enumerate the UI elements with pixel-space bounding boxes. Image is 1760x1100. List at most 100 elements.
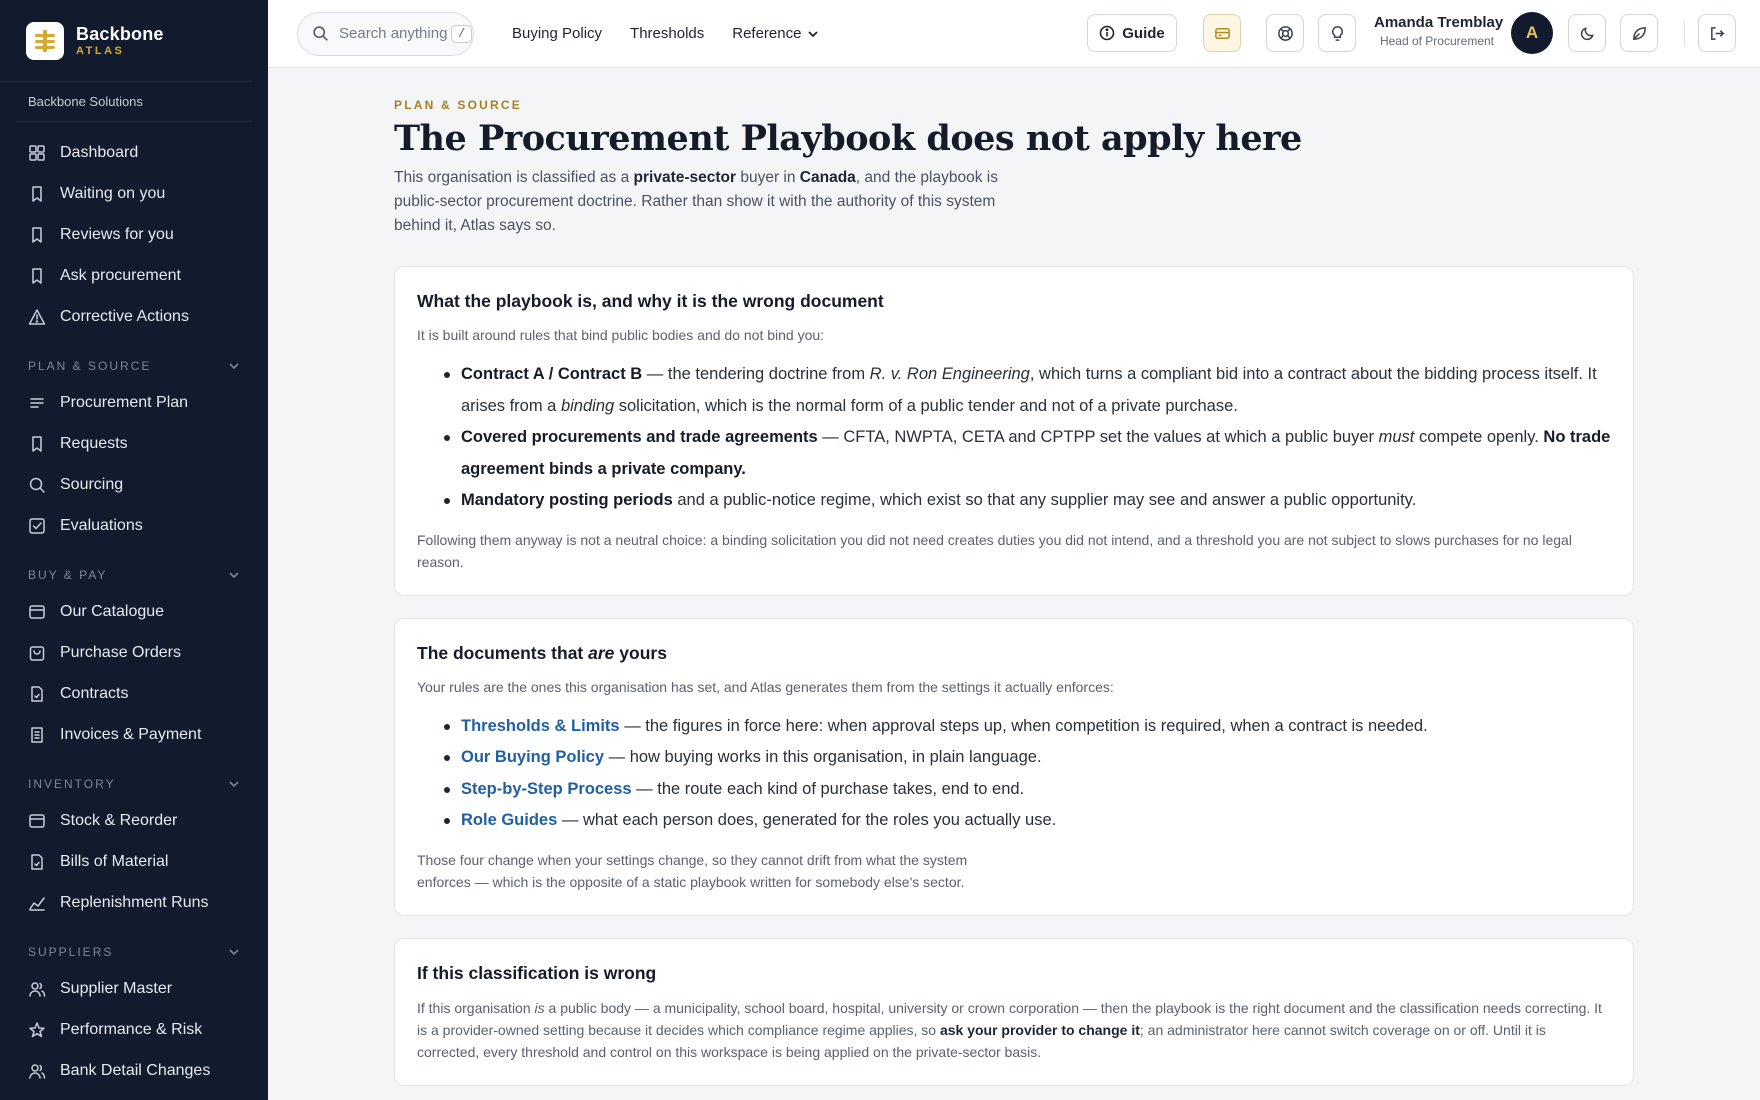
user-name: Amanda Tremblay	[1374, 14, 1504, 31]
sidebar-item-our-catalogue[interactable]: Our Catalogue	[0, 592, 268, 632]
sidebar-item-replenishment-runs[interactable]: Replenishment Runs	[0, 883, 268, 923]
nav-thresholds[interactable]: Thresholds	[630, 25, 704, 42]
sidebar-section-title: BUY & PAY	[28, 568, 108, 582]
sidebar-item-invoices-and-payment[interactable]: Invoices & Payment	[0, 715, 268, 755]
grid-icon	[29, 145, 45, 161]
documents-list: Thresholds & Limits — the figures in for…	[444, 711, 1611, 837]
lifebuoy-icon	[1277, 25, 1293, 41]
list-item: Mandatory posting periods and a public-n…	[444, 485, 1611, 517]
sidebar-item-label: Evaluations	[60, 517, 143, 534]
theme-toggle-button[interactable]	[1568, 14, 1606, 52]
sidebar-item-bank-detail-changes[interactable]: Bank Detail Changes	[0, 1051, 268, 1091]
search-icon	[313, 26, 328, 41]
search-box[interactable]: /	[297, 11, 474, 56]
sidebar-section-inventory[interactable]: INVENTORY	[0, 756, 268, 800]
backbone-logo-icon	[26, 21, 64, 60]
sidebar-item-label: Reviews for you	[60, 226, 174, 243]
thresholds-limits-link[interactable]: Thresholds & Limits	[461, 717, 620, 735]
playbook-rules-list: Contract A / Contract B — the tendering …	[444, 359, 1611, 517]
sidebar-item-label: Contracts	[60, 685, 129, 702]
sidebar-item-contracts[interactable]: Contracts	[0, 674, 268, 714]
bookmark-icon	[32, 186, 42, 202]
chevron-down-icon	[808, 30, 819, 37]
sidebar-section-buy-and-pay[interactable]: BUY & PAY	[0, 547, 268, 591]
sidebar-section-title: PLAN & SOURCE	[28, 359, 152, 373]
sidebar-item-procurement-plan[interactable]: Procurement Plan	[0, 383, 268, 423]
card-lead: It is built around rules that bind publi…	[417, 327, 825, 343]
sidebar-item-label: Procurement Plan	[60, 394, 189, 411]
chart-icon	[29, 897, 45, 911]
search-shortcut: /	[451, 24, 473, 43]
nav-reference[interactable]: Reference	[732, 25, 819, 42]
nav-reference-label: Reference	[732, 25, 802, 42]
search-input[interactable]	[339, 25, 451, 42]
card-title: If this classification is wrong	[417, 962, 657, 983]
avatar[interactable]: A	[1511, 12, 1553, 54]
nav-buying-policy[interactable]: Buying Policy	[512, 25, 602, 42]
sidebar-item-ask-procurement[interactable]: Ask procurement	[0, 256, 268, 296]
sidebar-item-label: Performance & Risk	[60, 1021, 203, 1038]
sidebar-item-purchase-orders[interactable]: Purchase Orders	[0, 633, 268, 673]
sidebar-item-dashboard[interactable]: Dashboard	[0, 133, 268, 173]
bookmark-icon	[32, 227, 42, 243]
sidebar-item-label: Requests	[60, 435, 128, 452]
leaf-icon	[1632, 26, 1646, 40]
bookmark-icon	[32, 436, 42, 452]
bag-icon	[29, 646, 45, 661]
sidebar-item-label: Corrective Actions	[60, 308, 189, 325]
users-icon	[29, 1064, 46, 1079]
sidebar-item-requests[interactable]: Requests	[0, 424, 268, 464]
feedback-button[interactable]	[1620, 14, 1658, 52]
playbook-card: What the playbook is, and why it is the …	[394, 266, 1634, 596]
sidebar-item-label: Our Catalogue	[60, 603, 165, 620]
sidebar-item-performance-and-risk[interactable]: Performance & Risk	[0, 1010, 268, 1050]
users-icon	[29, 982, 46, 997]
sidebar-section-plan-and-source[interactable]: PLAN & SOURCE	[0, 338, 268, 382]
wallet-icon	[1214, 27, 1230, 39]
check-square-icon	[29, 518, 45, 534]
page-intro: This organisation is classified as a pri…	[394, 169, 998, 234]
list-item: Contract A / Contract B — the tendering …	[444, 359, 1611, 422]
sidebar-item-reviews-for-you[interactable]: Reviews for you	[0, 215, 268, 255]
sidebar-item-corrective-actions[interactable]: Corrective Actions	[0, 297, 268, 337]
sidebar-item-waiting-on-you[interactable]: Waiting on you	[0, 174, 268, 214]
chevron-down-icon	[229, 781, 239, 788]
buying-policy-link[interactable]: Our Buying Policy	[461, 748, 604, 766]
role-guides-link[interactable]: Role Guides	[461, 811, 557, 829]
moon-icon	[1580, 26, 1594, 40]
organisation-name[interactable]: Backbone Solutions	[16, 82, 252, 122]
sidebar-item-stock-and-reorder[interactable]: Stock & Reorder	[0, 801, 268, 841]
page-title: The Procurement Playbook does not apply …	[394, 118, 1302, 159]
brand-sub: ATLAS	[76, 44, 125, 57]
sidebar-section-suppliers[interactable]: SUPPLIERS	[0, 924, 268, 968]
sidebar-item-label: Waiting on you	[60, 185, 166, 202]
brand[interactable]: Backbone ATLAS	[0, 0, 252, 82]
list-item: Covered procurements and trade agreement…	[444, 422, 1611, 485]
sidebar-nav: Dashboard Waiting on you Reviews for you As…	[0, 122, 268, 1100]
sidebar-item-label: Stock & Reorder	[60, 812, 178, 829]
page-eyebrow: PLAN & SOURCE	[394, 98, 522, 112]
sign-out-button[interactable]	[1698, 14, 1736, 52]
card-icon	[29, 814, 45, 828]
guide-button[interactable]: Guide	[1087, 14, 1177, 52]
file-icon	[31, 854, 43, 870]
step-by-step-link[interactable]: Step-by-Step Process	[461, 780, 632, 798]
sidebar-item-bills-of-material[interactable]: Bills of Material	[0, 842, 268, 882]
guide-label: Guide	[1122, 24, 1165, 42]
support-button[interactable]	[1266, 14, 1304, 52]
wallet-button[interactable]	[1203, 14, 1241, 52]
user-info[interactable]: Amanda Tremblay Head of Procurement	[1374, 14, 1504, 50]
tips-button[interactable]	[1318, 14, 1356, 52]
lightbulb-icon	[1331, 25, 1343, 41]
chevron-down-icon	[229, 572, 239, 579]
warning-icon	[28, 309, 46, 325]
sidebar-item-supplier-master[interactable]: Supplier Master	[0, 969, 268, 1009]
sidebar-item-label: Supplier Master	[60, 980, 173, 997]
sidebar-item-evaluations[interactable]: Evaluations	[0, 506, 268, 546]
your-documents-card: The documents that are yours Your rules …	[394, 617, 1634, 916]
topbar-divider	[1684, 20, 1685, 46]
brand-name: Backbone	[76, 23, 164, 44]
sidebar-item-sourcing[interactable]: Sourcing	[0, 465, 268, 505]
sidebar-item-screening[interactable]: Screening	[0, 1092, 268, 1100]
main-content: PLAN & SOURCE The Procurement Playbook d…	[394, 68, 1634, 1086]
